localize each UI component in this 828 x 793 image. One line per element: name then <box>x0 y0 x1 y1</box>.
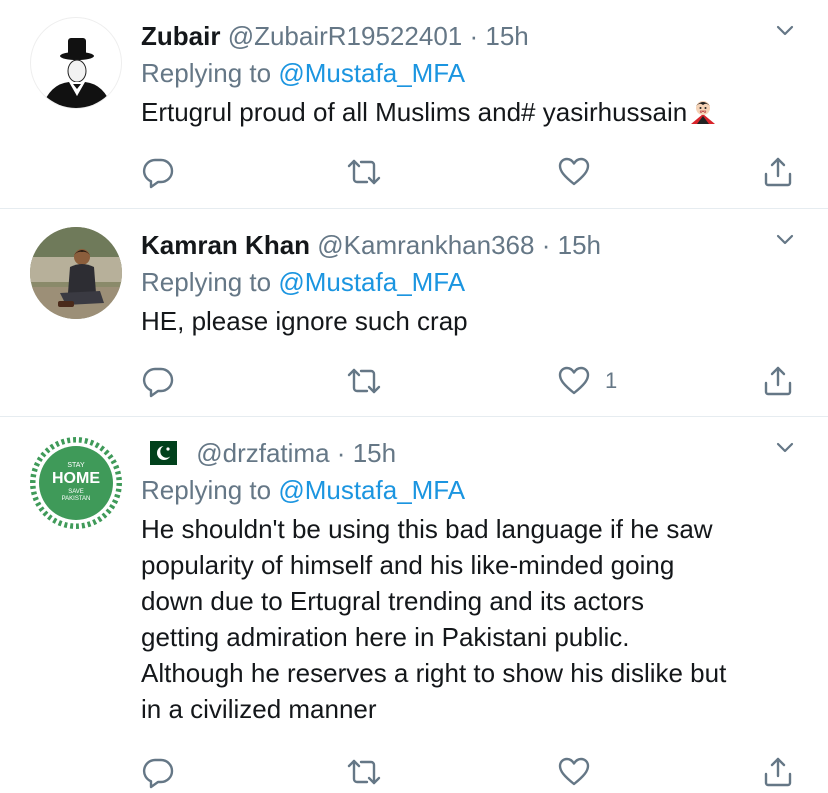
retweet-button[interactable] <box>345 154 383 190</box>
replying-to: Replying to @Mustafa_MFA <box>141 263 801 301</box>
tweet-header: @drzfatima · 15h <box>141 435 801 471</box>
replying-to: Replying to @Mustafa_MFA <box>141 471 801 509</box>
retweet-icon <box>347 159 381 185</box>
author-handle[interactable]: @drzfatima <box>196 438 329 468</box>
tweet-text-line: down due to Ertugral trending and its ac… <box>141 586 644 616</box>
tweet[interactable]: Kamran Khan @Kamrankhan368 · 15h Replyin… <box>0 209 828 417</box>
mention-link[interactable]: @Mustafa_MFA <box>278 267 465 297</box>
separator-dot: · <box>336 438 346 468</box>
heart-icon <box>558 757 590 786</box>
author-name[interactable]: Zubair <box>141 21 220 51</box>
replying-label: Replying to <box>141 267 272 297</box>
timestamp[interactable]: 15h <box>485 21 528 51</box>
avatar[interactable] <box>30 17 122 109</box>
replying-label: Replying to <box>141 475 272 505</box>
tweet-actions: 1 <box>141 363 801 399</box>
replying-label: Replying to <box>141 58 272 88</box>
timestamp[interactable]: 15h <box>353 438 396 468</box>
avatar-text-stay: STAY <box>67 462 85 469</box>
pakistan-flag-icon <box>141 438 177 474</box>
reply-icon <box>142 158 174 189</box>
avatar-text-save: SAVE <box>68 489 84 495</box>
share-button[interactable] <box>761 154 795 190</box>
vampire-icon <box>689 97 717 134</box>
tweet-header: Kamran Khan @Kamrankhan368 · 15h <box>141 227 801 263</box>
tweet-text-content: Ertugrul proud of all Muslims and# yasir… <box>141 97 688 127</box>
avatar[interactable]: STAY HOME SAVE PAKISTAN <box>30 437 122 529</box>
tweet-text-line: getting admiration here in Pakistani pub… <box>141 622 630 652</box>
heart-icon <box>558 157 590 186</box>
tweet-text-line: popularity of himself and his like-minde… <box>141 550 675 580</box>
tweet-text: HE, please ignore such crap <box>141 306 468 336</box>
chevron-down-icon[interactable] <box>776 234 794 246</box>
avatar[interactable] <box>30 227 122 319</box>
retweet-icon <box>347 368 381 394</box>
mention-link[interactable]: @Mustafa_MFA <box>278 58 465 88</box>
separator-dot: · <box>469 21 479 51</box>
tweet[interactable]: STAY HOME SAVE PAKISTAN @drzfatima · 15h… <box>0 417 828 793</box>
reply-button[interactable] <box>141 154 175 190</box>
share-button[interactable] <box>761 363 795 399</box>
separator-dot: · <box>541 230 551 260</box>
share-icon <box>764 366 792 396</box>
reply-button[interactable] <box>141 754 175 790</box>
like-button[interactable]: 1 <box>557 363 617 399</box>
reply-icon <box>142 758 174 789</box>
mention-link[interactable]: @Mustafa_MFA <box>278 475 465 505</box>
chevron-down-icon[interactable] <box>776 442 794 454</box>
tweet-actions <box>141 154 801 190</box>
like-button[interactable] <box>557 154 605 190</box>
retweet-icon <box>347 759 381 785</box>
tweet-header: Zubair @ZubairR19522401 · 15h <box>141 18 801 54</box>
replying-to: Replying to @Mustafa_MFA <box>141 54 801 92</box>
avatar-text-country: PAKISTAN <box>62 496 91 502</box>
reply-button[interactable] <box>141 363 175 399</box>
author-handle[interactable]: @ZubairR19522401 <box>228 21 463 51</box>
author-name[interactable]: Kamran Khan <box>141 230 310 260</box>
tweet-text-line: He shouldn't be using this bad language … <box>141 514 713 544</box>
tweet-actions <box>141 754 801 790</box>
share-icon <box>764 157 792 187</box>
share-button[interactable] <box>761 754 795 790</box>
reply-icon <box>142 367 174 398</box>
share-icon <box>764 757 792 787</box>
tweet[interactable]: Zubair @ZubairR19522401 · 15h Replying t… <box>0 0 828 209</box>
like-button[interactable] <box>557 754 605 790</box>
tweet-text-line: in a civilized manner <box>141 694 377 724</box>
author-handle[interactable]: @Kamrankhan368 <box>317 230 534 260</box>
chevron-down-icon[interactable] <box>776 25 794 37</box>
retweet-button[interactable] <box>345 754 383 790</box>
retweet-button[interactable] <box>345 363 383 399</box>
tweet-text-line: Although he reserves a right to show his… <box>141 658 727 688</box>
timestamp[interactable]: 15h <box>558 230 601 260</box>
avatar-text-home: HOME <box>52 470 100 487</box>
tweet-text: He shouldn't be using this bad language … <box>141 511 801 727</box>
heart-icon <box>558 366 590 395</box>
tweet-text: Ertugrul proud of all Muslims and# yasir… <box>141 94 801 134</box>
like-count: 1 <box>605 368 618 393</box>
